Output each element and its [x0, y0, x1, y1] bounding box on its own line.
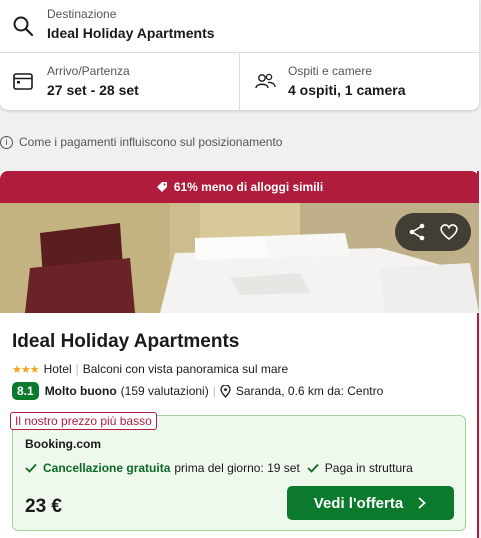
hotel-meta: ★★★ Hotel | Balconi con vista panoramica…	[12, 362, 288, 376]
hotel-feature: Balconi con vista panoramica sul mare	[82, 362, 289, 376]
best-offer-box[interactable]: Il nostro prezzo più basso Booking.com C…	[10, 412, 466, 531]
info-icon: i	[0, 135, 13, 149]
rating-count: (159 valutazioni)	[120, 384, 209, 398]
view-offer-button[interactable]: Vedi l'offerta	[287, 486, 454, 520]
view-offer-label: Vedi l'offerta	[313, 494, 404, 512]
deal-banner-text: 61% meno di alloggi simili	[173, 180, 324, 194]
share-icon[interactable]	[407, 222, 427, 242]
heart-icon[interactable]	[439, 222, 459, 242]
chevron-right-icon	[418, 497, 427, 509]
cancellation-deadline: prima del giorno: 19 set	[174, 461, 300, 475]
dates-guests-row: Arrivo/Partenza 27 set - 28 set Ospiti e…	[0, 53, 479, 110]
check-icon	[307, 463, 319, 473]
dates-value: 27 set - 28 set	[47, 82, 139, 98]
pin-icon	[220, 384, 231, 398]
offer-conditions: Cancellazione gratuita prima del giorno:…	[25, 461, 413, 475]
free-cancellation: Cancellazione gratuita	[43, 461, 171, 475]
hotel-result-card[interactable]: 61% meno di alloggi simili Ideal Holiday…	[0, 171, 479, 538]
deal-banner: 61% meno di alloggi simili	[0, 171, 479, 203]
dates-field[interactable]: Arrivo/Partenza 27 set - 28 set	[0, 53, 240, 110]
rating-word: Molto buono	[44, 384, 117, 398]
destination-field[interactable]: Destinazione Ideal Holiday Apartments	[0, 0, 479, 53]
star-rating: ★★★	[12, 363, 40, 376]
offer-provider: Booking.com	[25, 437, 102, 451]
hotel-type: Hotel	[43, 362, 72, 376]
offer-price: 23 €	[25, 496, 62, 517]
guests-icon	[255, 73, 276, 89]
payment-info-text: Come i pagamenti influiscono sul posizio…	[19, 135, 283, 149]
hotel-photo[interactable]	[0, 203, 479, 313]
lowest-price-tag: Il nostro prezzo più basso	[10, 412, 157, 430]
destination-label: Destinazione	[47, 7, 117, 21]
search-icon	[13, 16, 34, 37]
hotel-location: Saranda, 0.6 km da: Centro	[235, 384, 384, 398]
guests-field[interactable]: Ospiti e camere 4 ospiti, 1 camera	[240, 53, 479, 110]
search-card: Destinazione Ideal Holiday Apartments Ar…	[0, 0, 479, 110]
separator: |	[75, 362, 79, 376]
guests-label: Ospiti e camere	[288, 64, 373, 78]
photo-actions	[395, 213, 471, 251]
calendar-icon	[13, 73, 33, 90]
hotel-name[interactable]: Ideal Holiday Apartments	[12, 331, 239, 353]
pay-at-property: Paga in struttura	[324, 461, 413, 475]
check-icon	[25, 463, 37, 473]
destination-value: Ideal Holiday Apartments	[47, 25, 215, 41]
rating-row: 8.1 Molto buono (159 valutazioni) | Sara…	[12, 382, 383, 400]
guests-value: 4 ospiti, 1 camera	[288, 82, 406, 98]
payment-info-link[interactable]: i Come i pagamenti influiscono sul posiz…	[0, 133, 282, 151]
rating-score: 8.1	[12, 382, 39, 400]
separator: |	[212, 384, 216, 398]
dates-label: Arrivo/Partenza	[47, 64, 130, 78]
tag-icon	[156, 182, 167, 192]
